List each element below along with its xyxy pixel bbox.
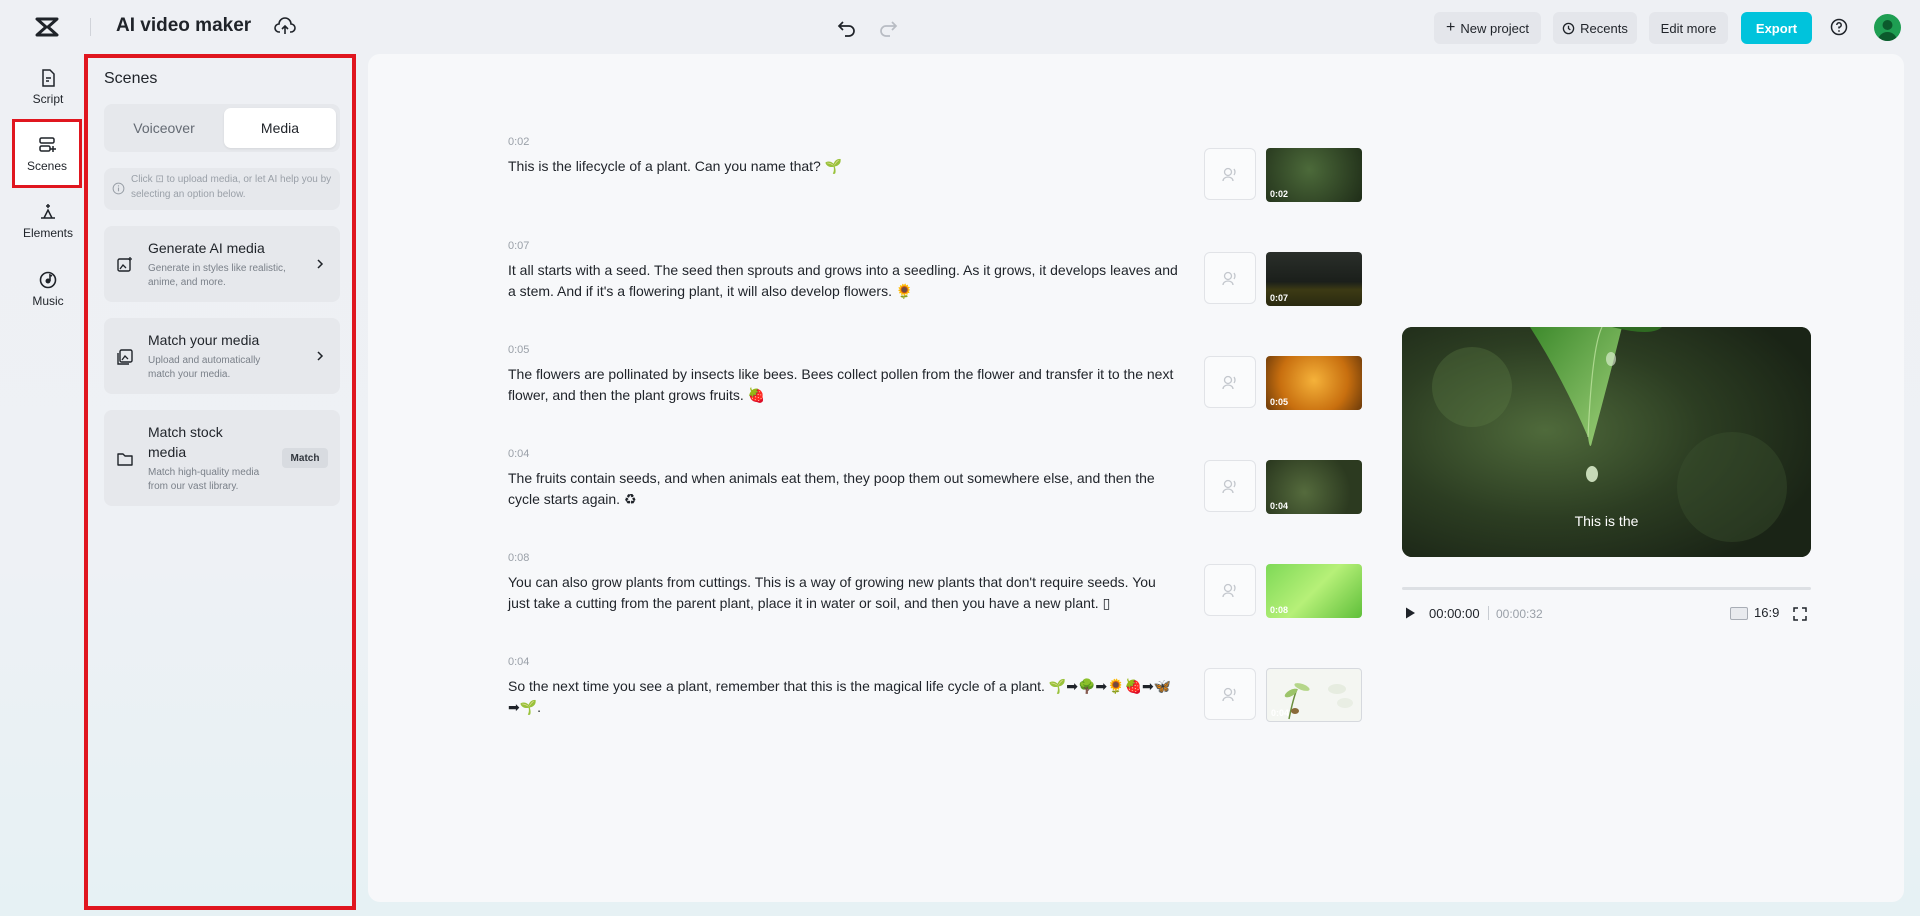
panel-tabs: Voiceover Media <box>104 104 340 152</box>
new-project-label: New project <box>1460 20 1529 36</box>
scene-script-text[interactable]: You can also grow plants from cuttings. … <box>508 572 1180 614</box>
voiceover-button[interactable] <box>1204 356 1256 408</box>
rail-label-elements: Elements <box>22 226 74 240</box>
voice-icon <box>1222 583 1236 598</box>
voice-icon <box>1222 167 1236 182</box>
gallery-icon <box>117 349 133 365</box>
elements-icon <box>41 204 55 219</box>
scene-script-text[interactable]: It all starts with a seed. The seed then… <box>508 260 1180 302</box>
scene-thumbnail[interactable]: 0:04 <box>1266 460 1362 514</box>
chevron-right-icon <box>317 351 324 361</box>
scene-thumbnail[interactable]: 0:08 <box>1266 564 1362 618</box>
card-desc: Generate in styles like realistic, anime… <box>148 263 286 288</box>
voiceover-button[interactable] <box>1204 564 1256 616</box>
cloud-upload-icon[interactable] <box>274 16 296 38</box>
tab-media[interactable]: Media <box>224 108 336 148</box>
card-desc: Upload and automatically match your medi… <box>148 355 261 380</box>
scene-thumbnail[interactable]: 0:07 <box>1266 252 1362 306</box>
rail-label-script: Script <box>32 92 64 106</box>
current-time: 00:00:00 <box>1429 606 1480 621</box>
generate-ai-media-card[interactable]: Generate AI media Generate in styles lik… <box>104 226 340 302</box>
folder-icon <box>117 453 133 466</box>
scene-script-text[interactable]: So the next time you see a plant, rememb… <box>508 676 1180 718</box>
plus-icon: + <box>1446 19 1456 36</box>
info-icon <box>112 182 125 195</box>
scene-script-text[interactable]: This is the lifecycle of a plant. Can yo… <box>508 156 1180 177</box>
voice-icon <box>1222 687 1236 702</box>
scene-time: 0:05 <box>508 344 530 356</box>
music-icon <box>39 271 57 289</box>
voice-icon <box>1222 271 1236 286</box>
scene-time: 0:02 <box>508 136 530 148</box>
thumbnail-duration: 0:08 <box>1270 605 1289 615</box>
thumbnail-duration: 0:02 <box>1270 189 1289 199</box>
rail-item-scenes[interactable]: Scenes <box>12 119 82 188</box>
fullscreen-icon[interactable] <box>1792 606 1808 622</box>
voice-icon <box>1222 479 1236 494</box>
scene-time: 0:08 <box>508 552 530 564</box>
help-icon[interactable] <box>1829 17 1849 37</box>
voiceover-button[interactable] <box>1204 252 1256 304</box>
panel-title: Scenes <box>104 70 158 87</box>
recents-button[interactable]: Recents <box>1553 12 1637 44</box>
voiceover-button[interactable] <box>1204 668 1256 720</box>
edit-more-button[interactable]: Edit more <box>1649 12 1728 44</box>
scene-thumbnail[interactable]: 0:02 <box>1266 148 1362 202</box>
thumbnail-duration: 0:07 <box>1270 293 1289 303</box>
match-your-media-card[interactable]: Match your media Upload and automaticall… <box>104 318 340 394</box>
match-stock-media-card[interactable]: Match stock media Match high-quality med… <box>104 410 340 506</box>
tab-voiceover[interactable]: Voiceover <box>104 104 224 152</box>
recents-label: Recents <box>1580 20 1628 36</box>
chevron-right-icon <box>317 259 324 269</box>
scene-script-text[interactable]: The flowers are pollinated by insects li… <box>508 364 1180 406</box>
thumbnail-duration: 0:04 <box>1270 501 1289 511</box>
ai-image-icon <box>117 257 132 272</box>
scene-script-text[interactable]: The fruits contain seeds, and when anima… <box>508 468 1180 510</box>
scenes-icon <box>39 136 56 152</box>
rail-item-music[interactable]: Music <box>12 258 84 320</box>
rail-label-scenes: Scenes <box>26 158 68 173</box>
scene-thumbnail[interactable]: 0:04 <box>1266 668 1362 722</box>
card-title: Generate AI media <box>148 240 265 256</box>
rail-item-elements[interactable]: Elements <box>12 190 84 252</box>
scene-thumbnail[interactable]: 0:05 <box>1266 356 1362 410</box>
capcut-logo[interactable] <box>34 14 60 40</box>
clock-icon <box>1562 22 1575 34</box>
playback-progress[interactable] <box>1402 587 1811 590</box>
app-title: AI video maker <box>116 15 252 36</box>
voice-icon <box>1222 375 1236 390</box>
aspect-ratio-icon[interactable] <box>1730 607 1748 620</box>
scene-time: 0:07 <box>508 240 530 252</box>
video-preview[interactable]: This is the <box>1402 327 1811 557</box>
preview-caption: This is the <box>1574 513 1639 529</box>
time-separator <box>1488 606 1489 620</box>
redo-icon[interactable] <box>877 16 899 38</box>
aspect-ratio-label[interactable]: 16:9 <box>1754 605 1779 620</box>
undo-icon[interactable] <box>836 16 858 38</box>
match-button[interactable]: Match <box>282 448 328 468</box>
rail-item-script[interactable]: Script <box>12 56 84 118</box>
card-title: Match your media <box>148 332 260 348</box>
upload-hint-text: Click ⊡ to upload media, or let AI help … <box>131 174 332 200</box>
script-icon <box>42 69 55 87</box>
rail-label-music: Music <box>32 294 64 308</box>
card-desc: Match high-quality media from our vast l… <box>148 467 260 492</box>
scene-time: 0:04 <box>508 656 530 668</box>
voiceover-button[interactable] <box>1204 460 1256 512</box>
play-icon[interactable] <box>1403 606 1417 620</box>
thumbnail-duration: 0:04 <box>1271 708 1290 718</box>
top-bar: AI video maker + New project Recents Edi… <box>0 0 1920 54</box>
total-time: 00:00:32 <box>1496 607 1543 621</box>
upload-hint: Click ⊡ to upload media, or let AI help … <box>104 168 340 210</box>
voiceover-button[interactable] <box>1204 148 1256 200</box>
title-divider <box>90 18 91 36</box>
user-avatar[interactable] <box>1874 14 1901 41</box>
export-button[interactable]: Export <box>1741 12 1812 44</box>
card-title: Match stock media <box>148 424 223 460</box>
thumbnail-duration: 0:05 <box>1270 397 1289 407</box>
new-project-button[interactable]: + New project <box>1434 12 1541 44</box>
scene-time: 0:04 <box>508 448 530 460</box>
